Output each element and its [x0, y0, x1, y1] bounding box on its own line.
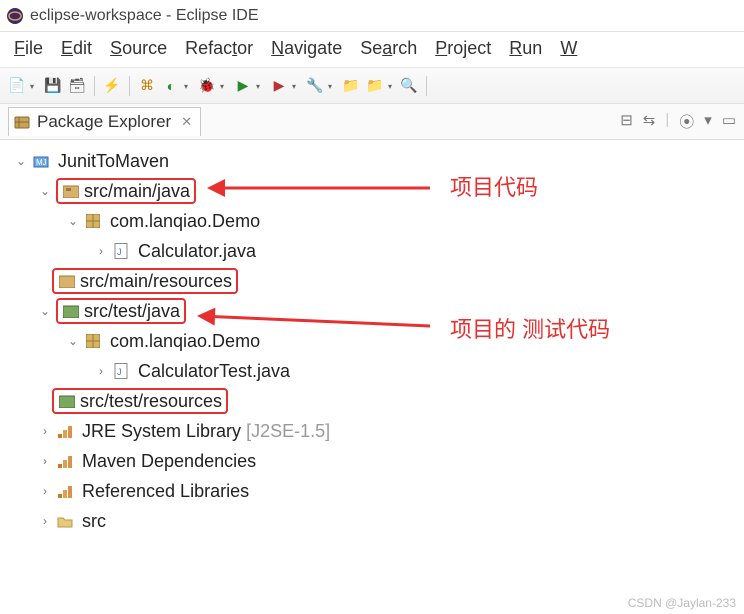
expand-icon[interactable]: ⌄: [66, 214, 80, 228]
tree-row-file1[interactable]: › J Calculator.java: [4, 236, 740, 266]
file-label: CalculatorTest.java: [138, 361, 290, 382]
menu-edit[interactable]: Edit: [61, 38, 92, 59]
tree-row-ref-lib[interactable]: › Referenced Libraries: [4, 476, 740, 506]
package-explorer-tab[interactable]: Package Explorer ✕: [8, 107, 201, 136]
java-file-icon: J: [112, 362, 130, 380]
package-icon: [84, 212, 102, 230]
svg-text:J: J: [117, 247, 122, 257]
toolbar-separator: [129, 76, 130, 96]
source-folder-icon: [58, 272, 76, 290]
new-class-button[interactable]: 📁: [364, 75, 386, 97]
reflib-label: Referenced Libraries: [82, 481, 249, 502]
menu-project[interactable]: Project: [435, 38, 491, 59]
toolbar-separator: [94, 76, 95, 96]
src-main-java-label: src/main/java: [84, 181, 190, 202]
run-button[interactable]: ▶: [232, 75, 254, 97]
src-test-res-label: src/test/resources: [80, 391, 222, 412]
package-label: com.lanqiao.Demo: [110, 331, 260, 352]
debug-button[interactable]: 🐞: [196, 75, 218, 97]
minimize-icon[interactable]: ▭: [722, 111, 736, 132]
search-button[interactable]: 🔍: [398, 75, 420, 97]
menu-window[interactable]: W: [560, 38, 577, 59]
collapse-icon[interactable]: ›: [38, 454, 52, 468]
view-menu-icon[interactable]: ▾: [704, 111, 712, 132]
jre-label: JRE System Library [J2SE-1.5]: [82, 421, 330, 442]
menu-bar: File Edit Source Refactor Navigate Searc…: [0, 32, 744, 68]
package-icon: [84, 332, 102, 350]
panel-toolbar: ⊟ ⇆ | ⦿ ▾ ▭: [620, 111, 736, 132]
tree-row-src-test-resources[interactable]: src/test/resources: [4, 386, 740, 416]
menu-navigate[interactable]: Navigate: [271, 38, 342, 59]
tree-row-src-main-java[interactable]: ⌄ src/main/java: [4, 176, 740, 206]
tree-row-src-main-resources[interactable]: src/main/resources: [4, 266, 740, 296]
src-test-java-label: src/test/java: [84, 301, 180, 322]
annotation-project-code: 项目代码: [450, 170, 538, 202]
toggle-skip-button[interactable]: ⚡: [101, 75, 123, 97]
java-file-icon: J: [112, 242, 130, 260]
test-folder-icon: [62, 302, 80, 320]
menu-refactor[interactable]: Refactor: [185, 38, 253, 59]
tree-row-jre[interactable]: › JRE System Library [J2SE-1.5]: [4, 416, 740, 446]
coverage-button[interactable]: ◐: [160, 75, 182, 97]
run-last-button[interactable]: ▶: [268, 75, 290, 97]
tree-row-project[interactable]: ⌄ MJ JunitToMaven: [4, 146, 740, 176]
menu-search[interactable]: Search: [360, 38, 417, 59]
package-explorer-header: Package Explorer ✕ ⊟ ⇆ | ⦿ ▾ ▭: [0, 104, 744, 140]
project-label: JunitToMaven: [58, 151, 169, 172]
collapse-icon[interactable]: ›: [94, 244, 108, 258]
external-tools-button[interactable]: 🔧: [304, 75, 326, 97]
toolbar-separator: [426, 76, 427, 96]
svg-text:J: J: [117, 367, 122, 377]
test-folder-icon: [58, 392, 76, 410]
tree-row-src[interactable]: › src: [4, 506, 740, 536]
expand-icon[interactable]: ⌄: [66, 334, 80, 348]
package-explorer-tree: ⌄ MJ JunitToMaven ⌄ src/main/java ⌄ com.…: [0, 140, 744, 542]
library-icon: [56, 482, 74, 500]
expand-icon[interactable]: ⌄: [38, 184, 52, 198]
tree-row-package2[interactable]: ⌄ com.lanqiao.Demo: [4, 326, 740, 356]
save-all-button[interactable]: 🗃: [66, 75, 88, 97]
source-folder-icon: [62, 182, 80, 200]
package-explorer-title: Package Explorer: [37, 112, 171, 132]
collapse-icon[interactable]: ›: [38, 514, 52, 528]
svg-text:MJ: MJ: [36, 158, 47, 167]
collapse-icon[interactable]: ›: [38, 424, 52, 438]
file-label: Calculator.java: [138, 241, 256, 262]
tree-row-maven-dep[interactable]: › Maven Dependencies: [4, 446, 740, 476]
main-toolbar: 📄 💾 🗃 ⚡ ⌘ ◐ 🐞 ▶ ▶ 🔧 📁 📁 🔍: [0, 68, 744, 104]
close-tab-icon[interactable]: ✕: [181, 114, 192, 130]
open-type-button[interactable]: ⌘: [136, 75, 158, 97]
tree-row-src-test-java[interactable]: ⌄ src/test/java: [4, 296, 740, 326]
expand-icon[interactable]: ⌄: [14, 154, 28, 168]
library-icon: [56, 452, 74, 470]
link-editor-icon[interactable]: ⇆: [643, 111, 656, 132]
collapse-icon[interactable]: ›: [38, 484, 52, 498]
menu-source[interactable]: Source: [110, 38, 167, 59]
new-package-button[interactable]: 📁: [340, 75, 362, 97]
save-button[interactable]: 💾: [42, 75, 64, 97]
src-label: src: [82, 511, 106, 532]
new-button[interactable]: 📄: [6, 75, 28, 97]
tree-row-package1[interactable]: ⌄ com.lanqiao.Demo: [4, 206, 740, 236]
title-bar: eclipse-workspace - Eclipse IDE: [0, 0, 744, 32]
collapse-all-icon[interactable]: ⊟: [620, 111, 633, 132]
maven-label: Maven Dependencies: [82, 451, 256, 472]
collapse-icon[interactable]: ›: [94, 364, 108, 378]
window-title: eclipse-workspace - Eclipse IDE: [30, 7, 259, 25]
eclipse-icon: [6, 7, 24, 25]
watermark: CSDN @Jaylan-233: [628, 596, 736, 610]
package-label: com.lanqiao.Demo: [110, 211, 260, 232]
folder-icon: [56, 512, 74, 530]
package-explorer-icon: [13, 113, 31, 131]
focus-icon[interactable]: ⦿: [679, 111, 694, 132]
maven-project-icon: MJ: [32, 152, 50, 170]
tree-row-file2[interactable]: › J CalculatorTest.java: [4, 356, 740, 386]
src-main-res-label: src/main/resources: [80, 271, 232, 292]
menu-file[interactable]: File: [14, 38, 43, 59]
annotation-test-code: 项目的 测试代码: [450, 312, 610, 344]
library-icon: [56, 422, 74, 440]
menu-run[interactable]: Run: [509, 38, 542, 59]
expand-icon[interactable]: ⌄: [38, 304, 52, 318]
